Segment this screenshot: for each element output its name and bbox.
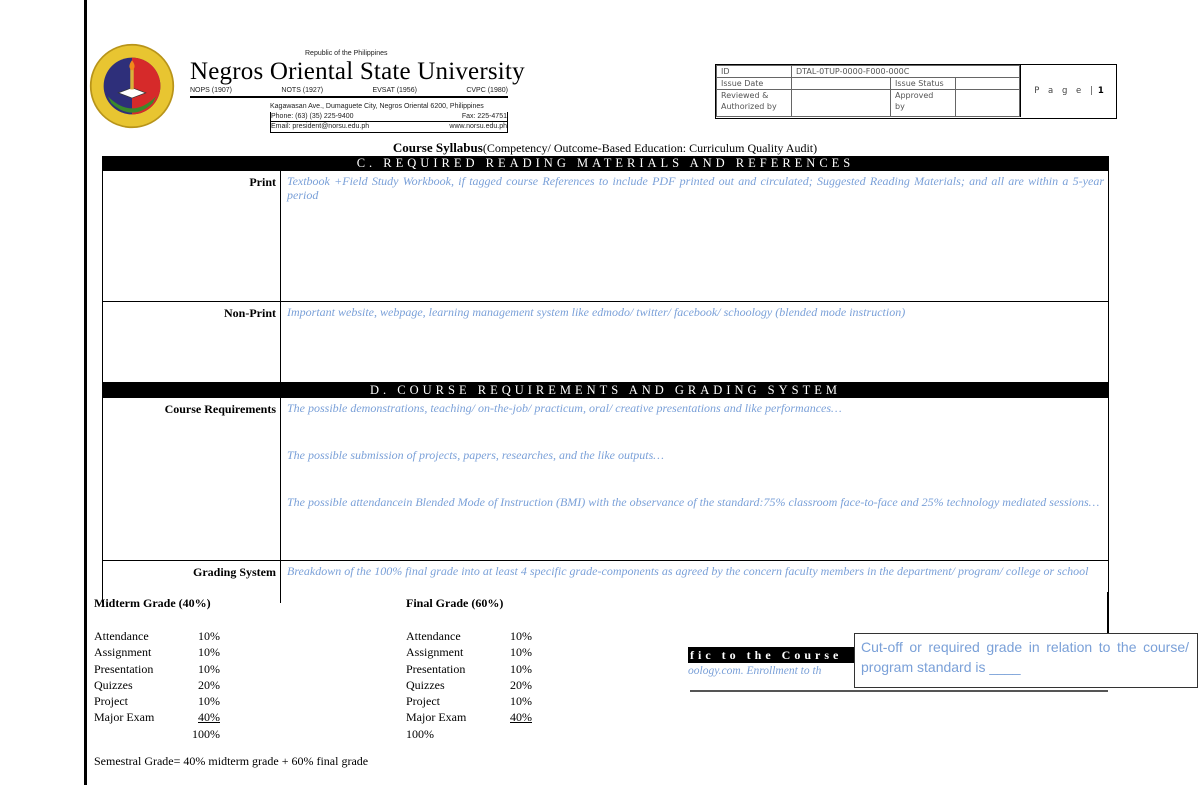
page-number-box: P a g e | 1 (1020, 65, 1117, 117)
page-title: Course Syllabus(Competency/ Outcome-Base… (100, 140, 1110, 156)
grade-item: Project 10% (406, 694, 532, 709)
grade-item: Quizzes 20% (406, 677, 532, 692)
table-row-non-print: Non-Print Important website, webpage, le… (102, 302, 1109, 383)
issue-date-value (791, 77, 891, 90)
row-value[interactable]: Textbook +Field Study Workbook, if tagge… (281, 171, 1108, 301)
issue-date-label: Issue Date (716, 77, 792, 90)
row-label: Course Requirements (103, 398, 281, 560)
grade-item: Project 10% (94, 694, 220, 709)
row-label: Print (103, 171, 281, 301)
document-control-table: ID DTAL-0TUP-0000-F000-000C Issue Date I… (715, 64, 1117, 119)
final-grade-breakdown: Final Grade (60%) Attendance 10% Assignme… (406, 596, 532, 742)
page-label: P a g e (1034, 86, 1085, 96)
reviewed-value (791, 89, 891, 117)
grade-item: Major Exam 40% (94, 710, 220, 725)
row-value[interactable]: Important website, webpage, learning man… (281, 302, 1108, 382)
issue-status-value (955, 77, 1020, 90)
campus: CVPC (1980) (466, 87, 508, 94)
row-label: Non-Print (103, 302, 281, 382)
page-number: 1 (1097, 86, 1104, 96)
table-row-grading-system: Grading System Breakdown of the 100% fin… (102, 561, 1109, 603)
semestral-grade-formula: Semestral Grade= 40% midterm grade + 60%… (94, 754, 369, 768)
fax: Fax: 225-4751 (461, 112, 507, 120)
table-row-print: Print Textbook +Field Study Workbook, if… (102, 171, 1109, 302)
campus: NOTS (1927) (281, 87, 324, 94)
requirement-item: The possible attendancein Blended Mode o… (287, 495, 1100, 509)
grade-total: 100% (192, 726, 220, 741)
page-left-edge (84, 0, 87, 785)
approved-value (955, 89, 1020, 117)
grade-item: Major Exam 40% (406, 710, 532, 725)
website: www.norsu.edu.ph (449, 123, 507, 130)
section-d-heading: D. COURSE REQUIREMENTS AND GRADING SYSTE… (102, 383, 1109, 398)
final-heading: Final Grade (60%) (406, 596, 504, 610)
row-value[interactable]: The possible demonstrations, teaching/ o… (281, 398, 1108, 560)
grade-item: Assignment 10% (406, 645, 532, 660)
campus: NOPS (1907) (190, 87, 233, 94)
title-bold: Course Syllabus (392, 140, 483, 155)
grade-item: Quizzes 20% (94, 677, 220, 692)
midterm-grade-breakdown: Midterm Grade (40%) Attendance 10% Assign… (94, 596, 220, 742)
syllabus-table: C. REQUIRED READING MATERIALS AND REFERE… (102, 156, 1109, 603)
grade-total: 100% (406, 726, 434, 741)
campus-list: NOPS (1907) NOTS (1927) EVSAT (1956) CVP… (190, 87, 508, 98)
issue-status-label: Issue Status (890, 77, 956, 90)
grade-item: Attendance 10% (94, 629, 220, 643)
title-rest: (Competency/ Outcome-Based Education: Cu… (482, 141, 818, 155)
grade-item: Presentation 10% (406, 661, 532, 676)
address-line: Kagawasan Ave., Dumaguete City, Negros O… (270, 103, 484, 110)
requirement-item: The possible demonstrations, teaching/ o… (287, 401, 842, 415)
section-c-heading: C. REQUIRED READING MATERIALS AND REFERE… (102, 156, 1109, 171)
grade-item: Presentation 10% (94, 661, 220, 676)
grade-item: Assignment 10% (94, 645, 220, 660)
approved-label: Approved by (890, 89, 956, 117)
requirement-item: The possible submission of projects, pap… (287, 448, 664, 462)
grade-item: Attendance 10% (406, 629, 532, 643)
address-block: Kagawasan Ave., Dumaguete City, Negros O… (270, 102, 508, 133)
reviewed-label: Reviewed & Authorized by (716, 89, 792, 117)
phone: Phone: (63) (35) 225-9400 (271, 112, 354, 120)
midterm-heading: Midterm Grade (40%) (94, 596, 211, 610)
republic-text: Republic of the Philippines (305, 50, 388, 57)
cutoff-grade-note[interactable]: Cut-off or required grade in relation to… (854, 633, 1198, 688)
university-seal-icon (89, 43, 175, 129)
section-bottom-border (690, 690, 1108, 692)
id-value: DTAL-0TUP-0000-F000-000C (791, 65, 1020, 78)
campus: EVSAT (1956) (372, 87, 417, 94)
partial-section-text: oology.com. Enrollment to th (688, 665, 822, 677)
university-name: Negros Oriental State University (190, 58, 525, 85)
partial-section-heading: fic to the Course (688, 647, 856, 663)
id-label: ID (716, 65, 792, 78)
email: Email: president@norsu.edu.ph (271, 123, 370, 130)
table-row-course-requirements: Course Requirements The possible demonst… (102, 398, 1109, 561)
